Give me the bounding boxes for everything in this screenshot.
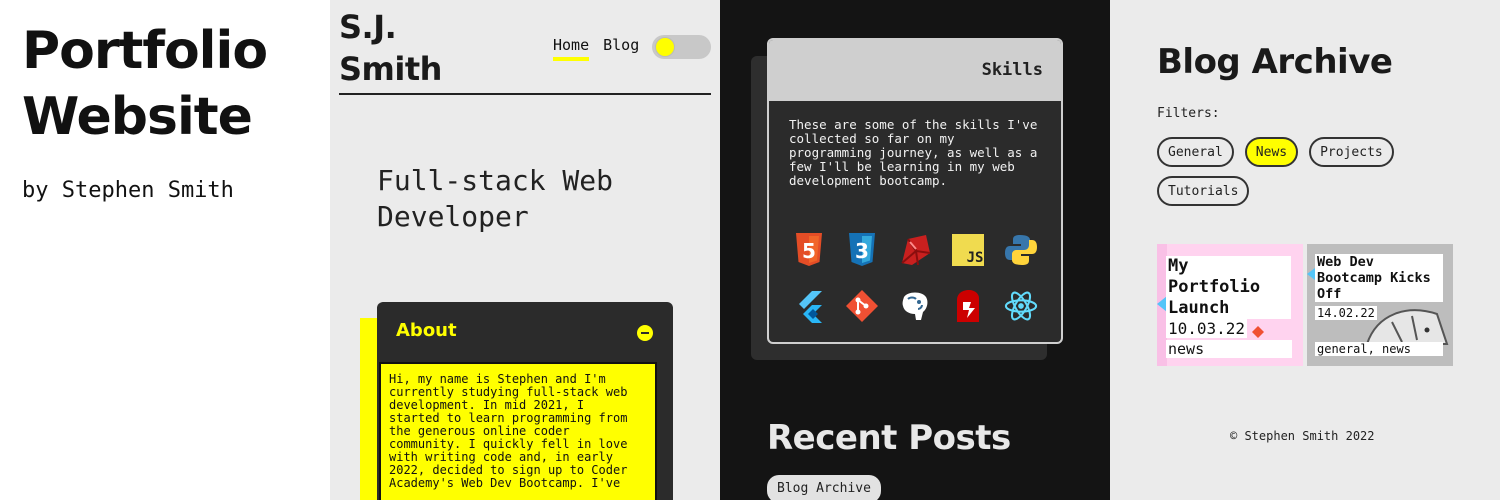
home-page-dark-screenshot: Skills These are some of the skills I've… — [720, 0, 1110, 500]
header-divider — [339, 93, 711, 95]
main-nav: Home Blog — [553, 36, 639, 61]
about-heading: About — [396, 320, 457, 341]
blog-archive-heading: Blog Archive — [1157, 42, 1393, 82]
home-page-light-screenshot: S.J. Smith Home Blog Full-stack Web Deve… — [330, 0, 720, 500]
toggle-switch-icon — [655, 37, 675, 57]
filter-chip-projects[interactable]: Projects — [1309, 137, 1394, 167]
javascript-icon: JS — [951, 230, 985, 270]
byline: by Stephen Smith — [22, 178, 234, 203]
blog-archive-button[interactable]: Blog Archive — [767, 475, 881, 500]
hero-heading: Full-stack Web Developer — [377, 164, 614, 233]
filters-label: Filters: — [1157, 106, 1220, 121]
site-footer: © Stephen Smith 2022 — [1230, 429, 1375, 443]
svg-text:JS: JS — [967, 250, 984, 266]
nav-link-home[interactable]: Home — [553, 36, 590, 61]
post-date: 14.02.22 — [1315, 306, 1377, 320]
ruby-icon — [898, 230, 932, 270]
filter-chip-tutorials[interactable]: Tutorials — [1157, 176, 1250, 206]
recent-posts-heading: Recent Posts — [767, 418, 1011, 458]
post-card[interactable]: Web Dev Bootcamp Kicks Off 14.02.22 gene… — [1307, 244, 1453, 366]
blog-archive-screenshot: Blog Archive Filters: General News Proje… — [1110, 0, 1500, 500]
rails-icon — [951, 286, 985, 326]
logo-line-1: S.J. — [339, 8, 397, 46]
title-line-2: Website — [22, 87, 253, 147]
logo-line-2: Smith — [339, 50, 442, 88]
post-tags: general, news — [1315, 342, 1443, 356]
skills-icon-grid: 5 3 JS — [792, 230, 1045, 326]
flutter-icon — [792, 286, 826, 326]
filter-chip-general[interactable]: General — [1157, 137, 1234, 167]
svg-text:5: 5 — [802, 239, 816, 263]
project-title: Portfolio Website — [22, 18, 268, 150]
post-date: 10.03.22 — [1166, 319, 1248, 338]
showcase-title-panel: Portfolio Website by Stephen Smith — [0, 0, 330, 500]
postgresql-icon — [898, 286, 932, 326]
html5-icon: 5 — [792, 230, 826, 270]
svg-text:3: 3 — [855, 239, 869, 263]
skills-card-header: Skills — [769, 40, 1061, 101]
filter-chip-news[interactable]: News — [1244, 137, 1299, 167]
react-icon — [1004, 286, 1038, 326]
skills-card: Skills These are some of the skills I've… — [767, 38, 1063, 344]
about-body-text: Hi, my name is Stephen and I'm currently… — [379, 362, 657, 500]
site-logo[interactable]: S.J. Smith — [339, 6, 442, 90]
skills-heading: Skills — [981, 60, 1043, 80]
post-tags: news — [1166, 340, 1292, 358]
post-title: Web Dev Bootcamp Kicks Off — [1315, 254, 1443, 302]
theme-toggle[interactable] — [652, 35, 711, 59]
minus-circle-icon[interactable] — [637, 325, 653, 341]
git-icon — [845, 286, 879, 326]
css3-icon: 3 — [845, 230, 879, 270]
python-icon — [1004, 230, 1038, 270]
skills-description: These are some of the skills I've collec… — [789, 117, 1038, 188]
nav-link-blog[interactable]: Blog — [603, 36, 639, 54]
post-card[interactable]: My Portfolio Launch 10.03.22 news — [1157, 244, 1303, 366]
filter-chips: General News Projects Tutorials — [1157, 137, 1417, 206]
title-line-1: Portfolio — [22, 21, 268, 81]
post-title: My Portfolio Launch — [1166, 256, 1291, 319]
